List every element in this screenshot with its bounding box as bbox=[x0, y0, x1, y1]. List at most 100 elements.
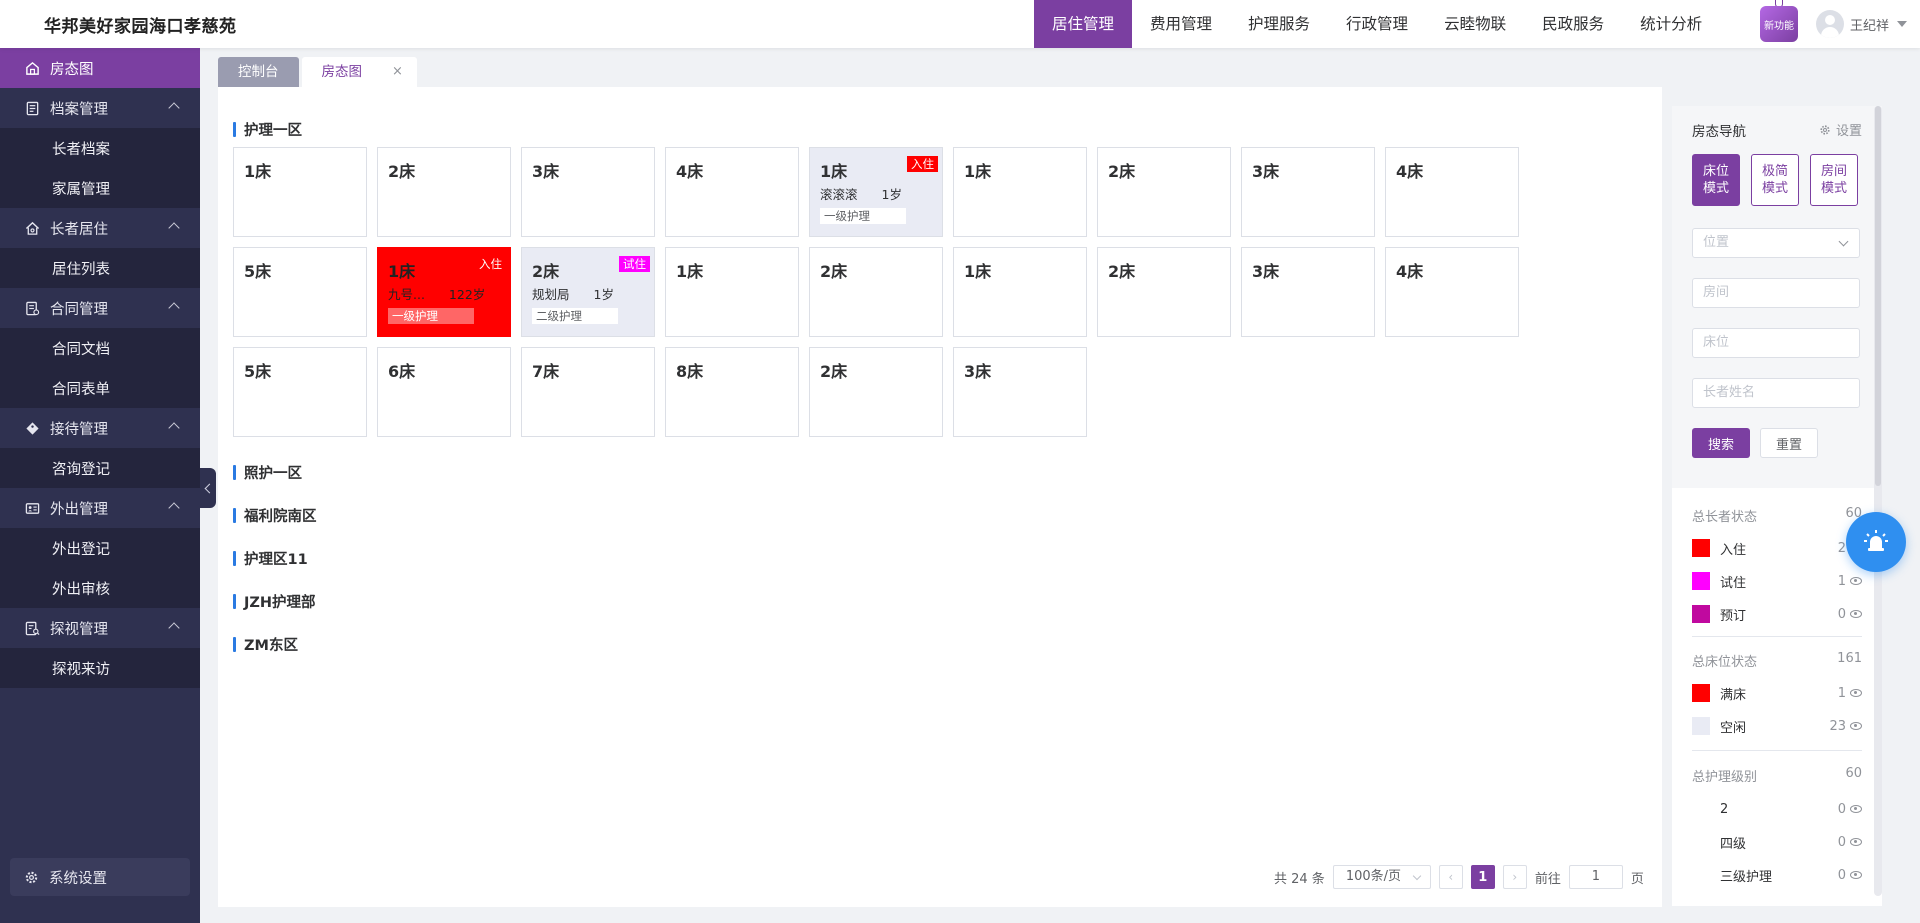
alarm-button[interactable] bbox=[1846, 512, 1906, 572]
user-menu[interactable]: 王纪祥 bbox=[1816, 10, 1908, 38]
area-title[interactable]: 护理区11 bbox=[233, 548, 308, 569]
bed-status-header: 总床位状态 161 bbox=[1692, 651, 1862, 670]
area-title[interactable]: 护理一区 bbox=[233, 119, 302, 140]
minimal-mode-button[interactable]: 极简模式 bbox=[1751, 154, 1799, 206]
bed-name: 2床 bbox=[388, 162, 416, 181]
bed-card[interactable]: 4床 bbox=[1385, 247, 1519, 337]
stat-row-trial[interactable]: 试住 1 bbox=[1692, 571, 1862, 591]
eye-icon[interactable] bbox=[1850, 689, 1862, 697]
location-select[interactable]: 位置 bbox=[1692, 228, 1860, 258]
bed-card[interactable]: 3床 bbox=[953, 347, 1087, 437]
bed-card[interactable]: 1床 bbox=[233, 147, 367, 237]
panel-scrollbar-thumb[interactable] bbox=[1875, 106, 1881, 486]
area-title[interactable]: JZH护理部 bbox=[233, 591, 316, 612]
bed-card[interactable]: 1床 bbox=[665, 247, 799, 337]
stat-row-vacant[interactable]: 空闲 23 bbox=[1692, 716, 1862, 736]
bed-card[interactable]: 4床 bbox=[1385, 147, 1519, 237]
room-mode-label: 房间模式 bbox=[1820, 164, 1847, 196]
bed-input[interactable]: 床位 bbox=[1692, 328, 1860, 358]
bed-name: 3床 bbox=[532, 162, 560, 181]
eye-icon[interactable] bbox=[1850, 871, 1862, 879]
room-nav-settings-button[interactable]: 设置 bbox=[1819, 120, 1862, 139]
topnav-admin[interactable]: 行政管理 bbox=[1328, 0, 1426, 48]
eye-icon[interactable] bbox=[1850, 610, 1862, 618]
sidebar-item-contracts[interactable]: 合同管理 bbox=[0, 288, 200, 328]
bed-card[interactable]: 2床 bbox=[809, 247, 943, 337]
new-feature-button[interactable]: 新功能 bbox=[1760, 6, 1798, 42]
bed-card[interactable]: 1床 入住 九号... 122岁 一级护理 bbox=[377, 247, 511, 337]
topnav-stats[interactable]: 统计分析 bbox=[1622, 0, 1720, 48]
bed-card[interactable]: 5床 bbox=[233, 247, 367, 337]
sidebar-item-reception[interactable]: 接待管理 bbox=[0, 408, 200, 448]
bed-card[interactable]: 5床 bbox=[233, 347, 367, 437]
next-page-button[interactable]: › bbox=[1502, 865, 1527, 889]
topnav-civil[interactable]: 民政服务 bbox=[1524, 0, 1622, 48]
topnav-fees[interactable]: 费用管理 bbox=[1132, 0, 1230, 48]
sidebar-item-archives[interactable]: 档案管理 bbox=[0, 88, 200, 128]
stat-row-reserved[interactable]: 预订 0 bbox=[1692, 604, 1862, 624]
sidebar-collapse-toggle[interactable] bbox=[200, 468, 216, 508]
tab-room-status[interactable]: 房态图 × bbox=[301, 57, 417, 87]
bed-card[interactable]: 7床 bbox=[521, 347, 655, 437]
eye-icon[interactable] bbox=[1850, 577, 1862, 585]
eye-icon[interactable] bbox=[1850, 722, 1862, 730]
topnav-residence[interactable]: 居住管理 bbox=[1034, 0, 1133, 48]
stat-row-care-level-3[interactable]: 三级护理 0 bbox=[1692, 865, 1862, 885]
stat-row-full[interactable]: 满床 1 bbox=[1692, 683, 1862, 703]
bed-card[interactable]: 1床 bbox=[953, 247, 1087, 337]
system-settings-button[interactable]: 系统设置 bbox=[10, 858, 190, 896]
sidebar-item-outing[interactable]: 外出管理 bbox=[0, 488, 200, 528]
area-title[interactable]: 照护一区 bbox=[233, 462, 302, 483]
bed-card[interactable]: 3床 bbox=[1241, 147, 1375, 237]
prev-page-button[interactable]: ‹ bbox=[1438, 865, 1463, 889]
page-number-current[interactable]: 1 bbox=[1470, 865, 1495, 889]
room-mode-button[interactable]: 房间模式 bbox=[1810, 154, 1858, 206]
close-icon[interactable]: × bbox=[392, 57, 403, 87]
eye-icon[interactable] bbox=[1850, 838, 1862, 846]
bed-card[interactable]: 2床 bbox=[1097, 247, 1231, 337]
bed-mode-button[interactable]: 床位模式 bbox=[1692, 154, 1740, 206]
topnav-iot[interactable]: 云睦物联 bbox=[1426, 0, 1524, 48]
bed-card[interactable]: 1床 bbox=[953, 147, 1087, 237]
sidebar-item-room-status[interactable]: 房态图 bbox=[0, 48, 200, 88]
bed-card[interactable]: 2床 bbox=[809, 347, 943, 437]
sidebar-sub-visitors[interactable]: 探视来访 bbox=[0, 648, 200, 688]
sidebar-sub-outing-register[interactable]: 外出登记 bbox=[0, 528, 200, 568]
bed-card[interactable]: 2床 bbox=[1097, 147, 1231, 237]
bed-card[interactable]: 4床 bbox=[665, 147, 799, 237]
goto-page-input[interactable]: 1 bbox=[1568, 865, 1623, 889]
sidebar-item-elder-residence[interactable]: 长者居住 bbox=[0, 208, 200, 248]
tab-dashboard[interactable]: 控制台 bbox=[218, 57, 299, 87]
sidebar-sub-family[interactable]: 家属管理 bbox=[0, 168, 200, 208]
chevron-up-icon bbox=[168, 302, 180, 314]
area-title[interactable]: 福利院南区 bbox=[233, 505, 317, 526]
sidebar-sub-residence-list[interactable]: 居住列表 bbox=[0, 248, 200, 288]
room-input[interactable]: 房间 bbox=[1692, 278, 1860, 308]
elder-name-input[interactable]: 长者姓名 bbox=[1692, 378, 1860, 408]
bed-card[interactable]: 8床 bbox=[665, 347, 799, 437]
bed-card[interactable]: 3床 bbox=[1241, 247, 1375, 337]
stat-row-care-level-4[interactable]: 四级 0 bbox=[1692, 832, 1862, 852]
sidebar-item-visits[interactable]: 探视管理 bbox=[0, 608, 200, 648]
stat-row-checked-in[interactable]: 入住 2 bbox=[1692, 538, 1862, 558]
topnav-care[interactable]: 护理服务 bbox=[1230, 0, 1328, 48]
sidebar-sub-contract-docs[interactable]: 合同文档 bbox=[0, 328, 200, 368]
sidebar-sub-contract-forms[interactable]: 合同表单 bbox=[0, 368, 200, 408]
area-title[interactable]: ZM东区 bbox=[233, 634, 298, 655]
stat-row-care-2[interactable]: 2 0 bbox=[1692, 799, 1862, 819]
page-size-select[interactable]: 100条/页 bbox=[1332, 865, 1431, 889]
eye-icon[interactable] bbox=[1850, 805, 1862, 813]
divider bbox=[1692, 636, 1862, 637]
bed-card[interactable]: 3床 bbox=[521, 147, 655, 237]
bed-card[interactable]: 2床 试住 规划局 1岁 二级护理 bbox=[521, 247, 655, 337]
sidebar-sub-elder-archive[interactable]: 长者档案 bbox=[0, 128, 200, 168]
pagination: 共 24 条 100条/页 ‹ 1 › 前往 1 页 bbox=[1274, 865, 1644, 889]
sidebar-sub-outing-review[interactable]: 外出审核 bbox=[0, 568, 200, 608]
bed-card[interactable]: 1床 入住 滚滚滚 1岁 一级护理 bbox=[809, 147, 943, 237]
sidebar-sub-consult[interactable]: 咨询登记 bbox=[0, 448, 200, 488]
bed-card[interactable]: 6床 bbox=[377, 347, 511, 437]
reset-button[interactable]: 重置 bbox=[1760, 428, 1818, 458]
search-button[interactable]: 搜索 bbox=[1692, 428, 1750, 458]
alarm-siren-icon bbox=[1864, 530, 1888, 551]
bed-card[interactable]: 2床 bbox=[377, 147, 511, 237]
